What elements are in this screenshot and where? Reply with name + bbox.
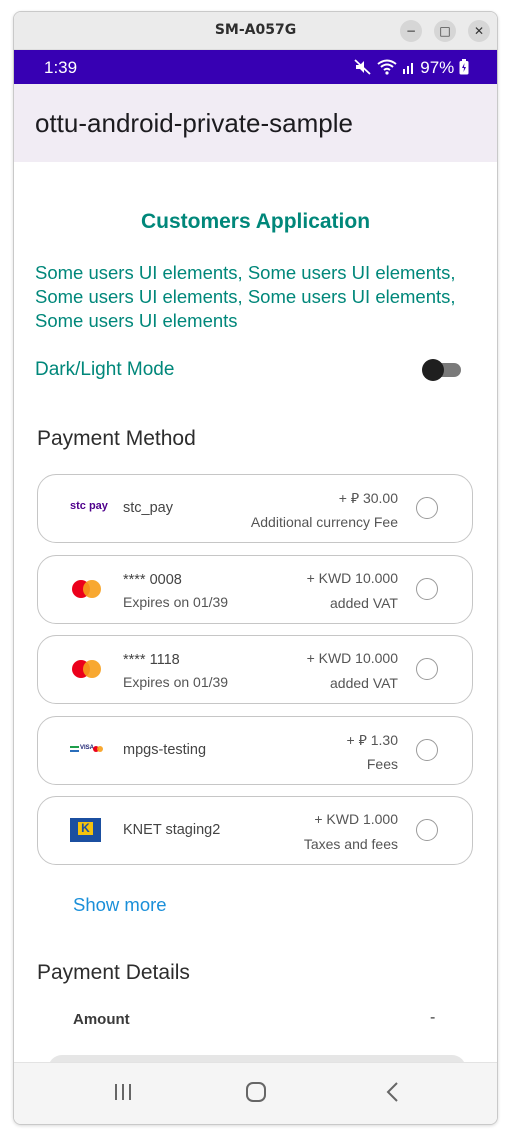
knet-logo: K xyxy=(70,817,104,843)
status-bar: 1:39 97% xyxy=(14,50,497,84)
ui-elements-text: Some users UI elements, Some users UI el… xyxy=(35,262,456,331)
payment-option-radio[interactable] xyxy=(416,739,438,761)
dark-light-mode-label: Dark/Light Mode xyxy=(35,359,175,380)
payment-method-title: Payment Method xyxy=(37,427,196,450)
payment-option-name: **** 1118 xyxy=(123,652,180,668)
battery-icon xyxy=(459,59,469,75)
maximize-button[interactable]: □ xyxy=(434,20,456,42)
home-icon[interactable] xyxy=(245,1081,267,1103)
back-icon[interactable] xyxy=(382,1081,404,1103)
payment-option-expiry: Expires on 01/39 xyxy=(123,594,229,610)
payment-option-mpgs[interactable]: VISA mpgs-testing + ⃁ 1.30 Fees xyxy=(37,716,473,785)
payment-option-card-0008[interactable]: **** 0008 Expires on 01/39 + KWD 10.000 … xyxy=(37,555,473,624)
main-content[interactable]: Customers Application Some users UI elem… xyxy=(14,162,497,1079)
payment-option-radio[interactable] xyxy=(416,819,438,841)
close-button[interactable]: ✕ xyxy=(468,20,490,42)
payment-option-name: **** 0008 xyxy=(123,572,182,588)
status-icons: 97% xyxy=(354,58,469,78)
android-nav-bar xyxy=(14,1062,497,1124)
payment-option-expiry: Expires on 01/39 xyxy=(123,674,229,690)
switch-thumb xyxy=(422,359,444,381)
payment-option-card-1118[interactable]: **** 1118 Expires on 01/39 + KWD 10.000 … xyxy=(37,635,473,704)
payment-option-fee-note: added VAT xyxy=(330,675,398,691)
device-window: SM-A057G − □ ✕ 1:39 97% ottu-android-pri… xyxy=(13,11,498,1125)
status-time: 1:39 xyxy=(44,58,78,77)
payment-option-fee-note: added VAT xyxy=(330,595,398,611)
payment-option-fee: + KWD 1.000 xyxy=(314,811,398,827)
window-titlebar: SM-A057G − □ ✕ xyxy=(14,12,497,50)
payment-option-radio[interactable] xyxy=(416,578,438,600)
show-more-link[interactable]: Show more xyxy=(73,894,167,916)
payment-option-fee: + KWD 10.000 xyxy=(306,570,398,586)
amount-value: - xyxy=(430,1009,436,1026)
dark-light-mode-switch[interactable] xyxy=(422,359,462,381)
signal-icon xyxy=(402,63,413,74)
payment-option-fee-note: Taxes and fees xyxy=(303,836,398,852)
minimize-button[interactable]: − xyxy=(400,20,422,42)
mute-icon xyxy=(354,59,371,75)
payment-option-knet[interactable]: K KNET staging2 + KWD 1.000 Taxes and fe… xyxy=(37,796,473,865)
app-title: ottu-android-private-sample xyxy=(35,108,353,138)
payment-option-fee: + KWD 10.000 xyxy=(306,650,398,666)
payment-option-radio[interactable] xyxy=(416,497,438,519)
payment-option-name: mpgs-testing xyxy=(123,742,207,758)
recents-icon[interactable] xyxy=(112,1081,134,1103)
mpgs-logo: VISA xyxy=(70,737,104,763)
payment-details-title: Payment Details xyxy=(37,961,190,984)
page-heading: Customers Application xyxy=(140,210,371,233)
mastercard-logo xyxy=(70,656,104,682)
payment-option-fee-note: Fees xyxy=(366,756,398,772)
window-title: SM-A057G xyxy=(214,22,297,38)
stc-pay-logo: stc pay xyxy=(70,500,108,512)
wifi-icon xyxy=(377,59,397,75)
amount-label: Amount xyxy=(73,1011,130,1028)
payment-option-name: stc_pay xyxy=(123,500,173,516)
payment-option-fee: + ⃁ 30.00 xyxy=(338,490,398,506)
payment-option-stc-pay[interactable]: stc pay stc_pay + ⃁ 30.00 Additional cur… xyxy=(37,474,473,543)
app-bar: ottu-android-private-sample xyxy=(14,84,497,162)
payment-option-name: KNET staging2 xyxy=(123,822,221,838)
payment-option-radio[interactable] xyxy=(416,658,438,680)
battery-percent: 97% xyxy=(420,58,455,77)
payment-option-fee: + ⃁ 1.30 xyxy=(346,732,398,748)
payment-option-fee-note: Additional currency Fee xyxy=(250,514,398,530)
mastercard-logo xyxy=(70,576,104,602)
